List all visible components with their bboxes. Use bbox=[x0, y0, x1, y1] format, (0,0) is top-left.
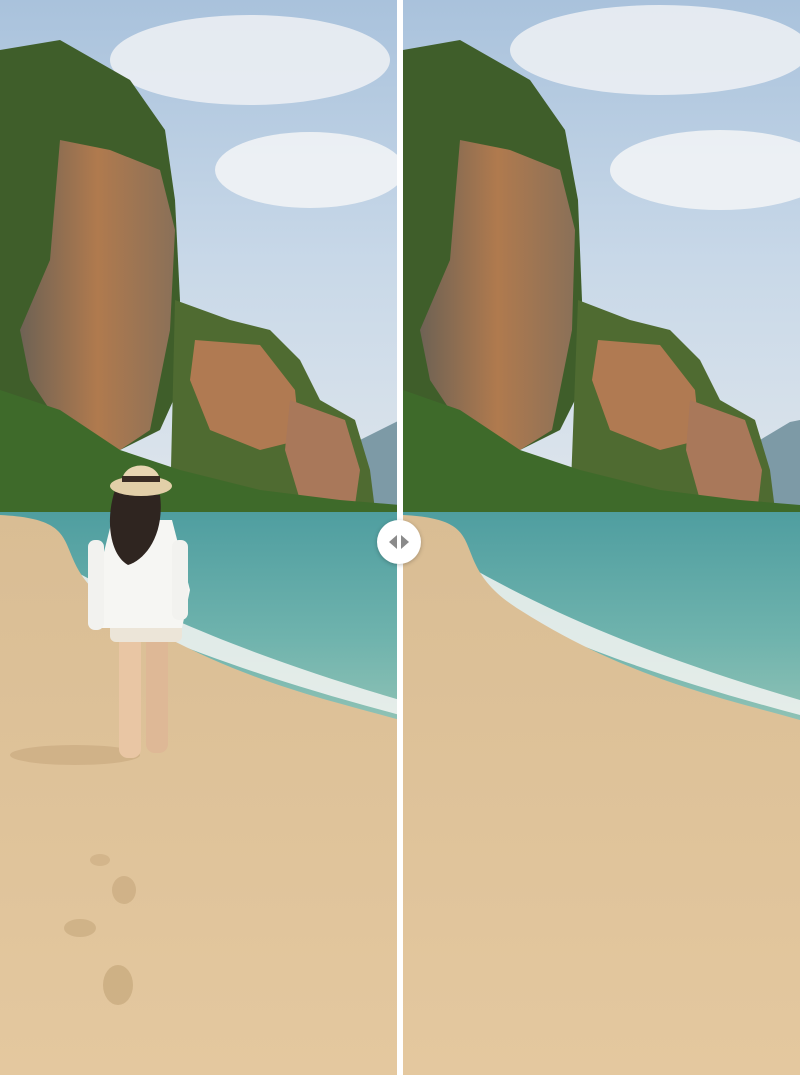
before-image-pane bbox=[0, 0, 397, 1075]
after-beach-photo bbox=[403, 0, 800, 1075]
split-handle[interactable] bbox=[377, 520, 421, 564]
before-beach-photo bbox=[0, 0, 397, 1075]
chevron-right-icon bbox=[401, 535, 409, 549]
image-comparison-slider[interactable] bbox=[0, 0, 800, 1075]
after-image-pane bbox=[403, 0, 800, 1075]
chevron-left-icon bbox=[389, 535, 397, 549]
